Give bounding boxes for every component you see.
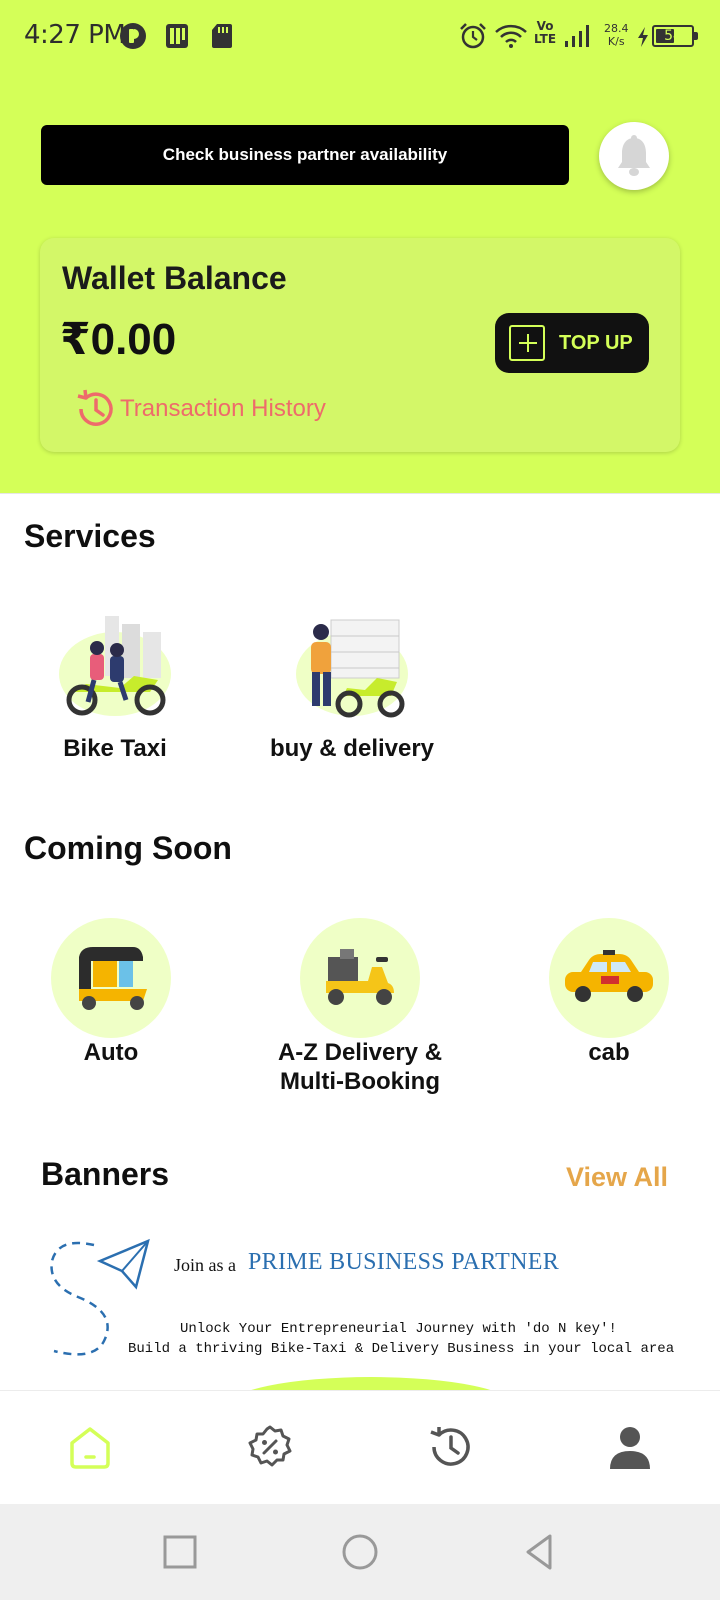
history-icon: [430, 1427, 470, 1466]
auto-rickshaw-icon: [79, 947, 147, 1010]
coming-soon-title: Coming Soon: [24, 830, 232, 866]
home-icon: [70, 1427, 110, 1469]
nav-profile[interactable]: [602, 1419, 658, 1475]
service-bike-taxi[interactable]: Bike Taxi: [40, 610, 190, 763]
bell-icon: [618, 135, 650, 176]
auto-icon-circle: [51, 918, 171, 1038]
bottom-nav: [0, 1390, 720, 1504]
home-circle-icon[interactable]: [340, 1532, 380, 1572]
wallet-card: Wallet Balance ₹0.00 TOP UP Transaction …: [40, 238, 680, 452]
wifi-icon: [495, 24, 527, 48]
signal-icon: [565, 25, 589, 47]
delivery-icon-circle: [300, 918, 420, 1038]
alarm-icon: [460, 23, 486, 49]
history-icon: [77, 389, 113, 426]
paytm-notification-icon: [166, 24, 188, 48]
taxi-icon: [565, 950, 653, 1002]
delivery-scooter-icon: [326, 949, 394, 1005]
banners-title: Banners: [41, 1156, 170, 1192]
status-time: 4:27 PM: [24, 20, 126, 50]
transaction-history-label: Transaction History: [120, 395, 326, 422]
coming-soon-label: cab: [588, 1039, 630, 1066]
wallet-amount: ₹0.00: [60, 315, 177, 364]
service-label: Bike Taxi: [63, 735, 167, 762]
nav-offers[interactable]: [242, 1419, 298, 1475]
volte-label: Vo LTE: [533, 19, 557, 46]
charging-icon: [638, 27, 648, 47]
service-buy-delivery[interactable]: buy & delivery: [262, 610, 442, 763]
banner-tagline-1: Unlock Your Entrepreneurial Journey with…: [180, 1321, 617, 1337]
banner-highlight: PRIME BUSINESS PARTNER: [248, 1249, 560, 1275]
top-up-button[interactable]: TOP UP: [495, 313, 649, 373]
bike-taxi-illustration: [59, 616, 171, 716]
coming-soon-label: Auto: [83, 1039, 139, 1066]
header-section: 4:27 PM Vo LTE 28.4 K/s 54 Check busines…: [0, 0, 720, 494]
coming-soon-cab[interactable]: cab: [489, 918, 720, 1067]
status-bar: 4:27 PM Vo LTE 28.4 K/s 54: [0, 0, 720, 72]
recent-apps-icon[interactable]: [160, 1532, 200, 1572]
nav-history[interactable]: [422, 1419, 478, 1475]
coming-soon-label: A-Z Delivery & Multi-Booking: [277, 1039, 443, 1095]
check-availability-button[interactable]: Check business partner availability: [41, 125, 569, 185]
offers-icon: [248, 1425, 292, 1467]
plus-icon: [509, 325, 545, 361]
app-notification-icon: [120, 23, 146, 49]
buy-delivery-illustration: [296, 619, 408, 718]
back-triangle-icon[interactable]: [520, 1532, 560, 1572]
network-speed: 28.4 K/s: [604, 22, 629, 48]
top-up-label: TOP UP: [559, 331, 633, 354]
banner-tagline-2: Build a thriving Bike-Taxi & Delivery Bu…: [128, 1341, 675, 1357]
transaction-history-link[interactable]: Transaction History: [72, 386, 326, 432]
wallet-title: Wallet Balance: [62, 260, 287, 296]
banner-join-text: Join as a: [174, 1255, 236, 1275]
notifications-button[interactable]: [599, 122, 669, 190]
profile-icon: [610, 1427, 650, 1469]
coming-soon-a-z-delivery[interactable]: A-Z Delivery & Multi-Booking: [240, 918, 480, 1096]
system-nav-bar: [0, 1504, 720, 1600]
battery-indicator: 54: [652, 25, 698, 47]
view-all-link[interactable]: View All: [566, 1162, 668, 1193]
service-label: buy & delivery: [269, 735, 435, 762]
services-title: Services: [24, 518, 156, 554]
sd-card-icon: [212, 24, 232, 48]
coming-soon-auto[interactable]: Auto: [0, 918, 231, 1067]
nav-home[interactable]: [62, 1419, 118, 1475]
prime-partner-banner[interactable]: Join as a PRIME BUSINESS PARTNER Unlock …: [40, 1225, 680, 1437]
cab-icon-circle: [549, 918, 669, 1038]
